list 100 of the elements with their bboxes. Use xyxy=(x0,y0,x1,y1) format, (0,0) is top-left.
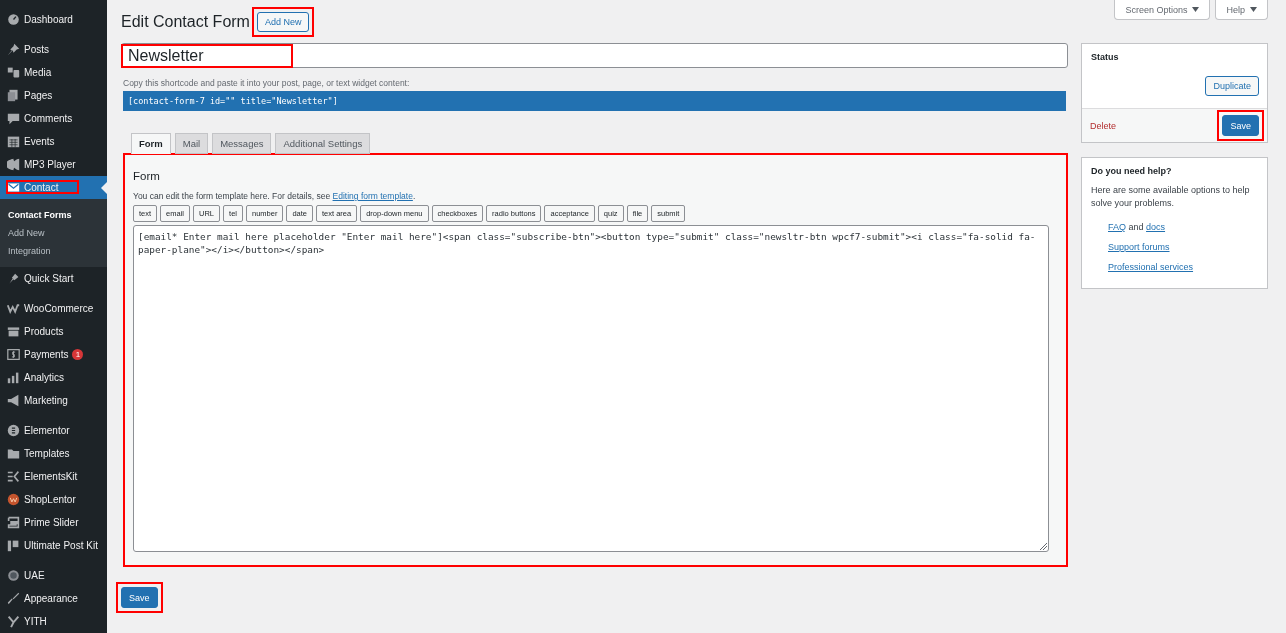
save-button[interactable]: Save xyxy=(1222,115,1259,136)
menu-label: Ultimate Post Kit xyxy=(24,540,98,551)
shortcode-hint: Copy this shortcode and paste it into your post, page, or text widget content: xyxy=(123,78,411,88)
help-link-text: and xyxy=(1127,222,1145,232)
menu-item[interactable]: Elementor xyxy=(0,419,107,442)
menu-item[interactable]: Dashboard xyxy=(0,8,107,31)
menu-item[interactable]: WooCommerce xyxy=(0,297,107,320)
screen-meta-button[interactable]: Help xyxy=(1215,0,1268,20)
menu-label: ElementsKit xyxy=(24,471,78,482)
menu-label: YITH xyxy=(24,616,47,627)
submenu-item[interactable]: Contact Forms xyxy=(0,206,107,224)
delete-link[interactable]: Delete xyxy=(1090,120,1116,131)
menu-label: Pages xyxy=(24,90,53,101)
media-icon xyxy=(7,66,20,79)
menu-item[interactable]: ElementsKit xyxy=(0,465,107,488)
menu-label: Posts xyxy=(24,44,49,55)
folder-icon xyxy=(7,447,20,460)
menu-label: Marketing xyxy=(24,395,68,406)
panel-description: You can edit the form template here. For details, see Editing form template. xyxy=(133,191,417,201)
bar-chart-icon xyxy=(7,371,20,384)
menu-label: Dashboard xyxy=(24,14,73,25)
menu-item[interactable]: Events xyxy=(0,130,107,153)
shortcode-field[interactable]: [contact-form-7 id="" title="Newsletter"] xyxy=(123,91,1066,111)
editor-tab[interactable]: Additional Settings xyxy=(275,133,371,154)
menu-item[interactable]: Quick Start xyxy=(0,267,107,290)
title-input-field[interactable]: Newsletter xyxy=(121,43,1068,68)
menu-label: Products xyxy=(24,326,64,337)
pages-icon xyxy=(7,89,20,102)
speech-bubble-icon xyxy=(7,112,20,125)
menu-label: Prime Slider xyxy=(24,517,79,528)
help-link[interactable]: Professional services xyxy=(1108,262,1194,272)
caret-icon xyxy=(1192,7,1200,12)
envelope-icon xyxy=(7,181,20,194)
menu-label: WooCommerce xyxy=(24,303,94,314)
menu-item[interactable]: Products xyxy=(0,320,107,343)
menu-item[interactable]: Pages xyxy=(0,84,107,107)
help-link[interactable]: docs xyxy=(1146,222,1166,232)
menu-item[interactable]: Ultimate Post Kit xyxy=(0,534,107,557)
box-title: Do you need help? xyxy=(1090,165,1173,178)
menu-label: Events xyxy=(24,136,55,147)
menu-label: Media xyxy=(24,67,52,78)
pin-icon xyxy=(7,43,20,56)
menu-label: Analytics xyxy=(24,372,64,383)
screen-meta-button[interactable]: Screen Options xyxy=(1114,0,1211,20)
submenu-item[interactable]: Add New xyxy=(0,224,107,242)
help-link[interactable]: Editing form template xyxy=(332,191,413,201)
calendar-icon xyxy=(7,135,20,148)
help-link[interactable]: Support forums xyxy=(1108,242,1170,252)
round-logo-icon xyxy=(7,493,20,506)
blocks-icon xyxy=(7,539,20,552)
bracket-icon xyxy=(7,470,20,483)
caret-icon xyxy=(1250,7,1257,12)
help-link[interactable]: FAQ xyxy=(1108,222,1126,232)
menu-label: Payments xyxy=(24,349,69,360)
menu-item[interactable]: ShopLentor xyxy=(0,488,107,511)
menu-item[interactable]: Prime Slider xyxy=(0,511,107,534)
menu-label: Comments xyxy=(24,113,73,124)
menu-item[interactable]: Templates xyxy=(0,442,107,465)
menu-item[interactable]: Comments xyxy=(0,107,107,130)
ring-icon xyxy=(7,569,20,582)
submenu-item[interactable]: Integration xyxy=(0,242,107,260)
zigzag-icon xyxy=(7,302,20,315)
menu-item[interactable]: Payments 1 xyxy=(0,343,107,366)
resize-grip-icon[interactable] xyxy=(1040,543,1047,550)
help-text: Here are some available options to help solve your problems. xyxy=(1091,184,1251,210)
menu-label: ShopLentor xyxy=(24,494,76,505)
menu-label: Appearance xyxy=(24,593,78,604)
menu-item[interactable]: Contact xyxy=(0,176,107,199)
save-button[interactable]: Save xyxy=(121,587,158,608)
menu-label: Templates xyxy=(24,448,70,459)
stacked-bars-icon xyxy=(7,516,20,529)
duplicate-button[interactable]: Duplicate xyxy=(1205,76,1259,96)
menu-item[interactable]: Media xyxy=(0,61,107,84)
add-new-button[interactable]: Add New xyxy=(256,11,310,32)
menu-label: Elementor xyxy=(24,425,70,436)
menu-item[interactable]: UAE xyxy=(0,564,107,587)
menu-item[interactable]: Analytics xyxy=(0,366,107,389)
gauge-icon xyxy=(7,13,20,26)
megaphone-icon xyxy=(7,394,20,407)
template-textarea[interactable]: [email* Enter mail here placeholder "Enter mail here"]<span class="subscribe-btn"><button type="submit" class="newsltr-btn wpcf7-submit"><i class="fa-solid fa-paper-plane"></i></button></span> xyxy=(133,225,1049,552)
menu-item[interactable]: Marketing xyxy=(0,389,107,412)
y-shape-icon xyxy=(7,615,20,628)
menu-item[interactable]: YITH xyxy=(0,610,107,633)
editor-tab[interactable]: Messages xyxy=(212,133,272,154)
panel-heading: Form xyxy=(133,170,161,182)
circle-icon xyxy=(7,424,20,437)
menu-label: UAE xyxy=(24,570,45,581)
menu-item[interactable]: Appearance xyxy=(0,587,107,610)
menu-item[interactable]: Posts xyxy=(0,38,107,61)
editor-tab[interactable]: Mail xyxy=(174,133,209,154)
page-title: Edit Contact Form xyxy=(121,12,250,31)
editor-tab[interactable]: Form xyxy=(131,133,171,154)
menu-label: Quick Start xyxy=(24,273,74,284)
count-badge: 1 xyxy=(72,349,84,360)
menu-item[interactable]: MP3 Player xyxy=(0,153,107,176)
box-icon xyxy=(7,325,20,338)
banknote-icon xyxy=(7,348,20,361)
box-title: Status xyxy=(1090,51,1120,64)
menu-label: Contact xyxy=(24,182,59,193)
menu-label: MP3 Player xyxy=(24,159,76,170)
